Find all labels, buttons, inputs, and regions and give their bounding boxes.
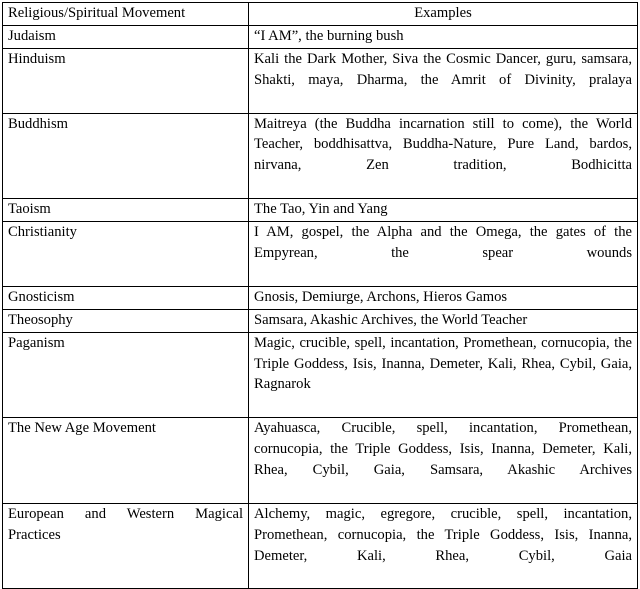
cell-movement: Buddhism [2, 112, 249, 200]
cell-examples: Samsara, Akashic Archives, the World Tea… [248, 308, 638, 333]
cell-movement: Taoism [2, 198, 249, 223]
cell-movement: Paganism [2, 331, 249, 419]
table-row: Buddhism Maitreya (the Buddha incarnation… [2, 112, 638, 200]
table-header: Religious/Spiritual Movement Examples [2, 2, 638, 26]
cell-examples: “I AM”, the burning bush [248, 24, 638, 49]
table-row: Theosophy Samsara, Akashic Archives, the … [2, 308, 638, 333]
table-row: Christianity I AM, gospel, the Alpha and … [2, 221, 638, 287]
cell-movement: Christianity [2, 221, 249, 287]
table-row: Judaism “I AM”, the burning bush [2, 24, 638, 49]
cell-movement: Theosophy [2, 308, 249, 333]
cell-examples: I AM, gospel, the Alpha and the Omega, t… [248, 221, 638, 287]
cell-movement: European and Western Magi­cal Practices [2, 502, 249, 589]
cell-examples: Gnosis, Demiurge, Archons, Hieros Gamos [248, 285, 638, 310]
table-row: The New Age Movement Ayahuasca, Crucible,… [2, 417, 638, 504]
column-header-movement: Religious/Spiritual Movement [2, 2, 249, 26]
table-row: Hinduism Kali the Dark Mother, Siva the C… [2, 47, 638, 114]
table-row: Taoism The Tao, Yin and Yang [2, 198, 638, 223]
table-row: European and Western Magi­cal Practices A… [2, 502, 638, 589]
cell-examples: Magic, crucible, spell, incantation, Pro… [248, 331, 638, 419]
cell-examples: Ayahuasca, Crucible, spell, incantation,… [248, 417, 638, 504]
religious-movement-table: Religious/Spiritual Movement Examples Ju… [2, 2, 638, 589]
table-header-row: Religious/Spiritual Movement Examples [2, 2, 638, 26]
cell-examples: Kali the Dark Mother, Siva the Cosmic Da… [248, 47, 638, 114]
table-row: Gnosticism Gnosis, Demiurge, Archons, Hie… [2, 285, 638, 310]
table-container: Religious/Spiritual Movement Examples Ju… [2, 2, 638, 589]
column-header-examples: Examples [248, 2, 638, 26]
cell-examples: Alchemy, magic, egregore, crucible, spel… [248, 502, 638, 589]
cell-movement: Gnosticism [2, 285, 249, 310]
table-body: Judaism “I AM”, the burning bush Hinduism K… [2, 24, 638, 589]
cell-examples: The Tao, Yin and Yang [248, 198, 638, 223]
table-row: Paganism Magic, crucible, spell, incantat… [2, 331, 638, 419]
cell-movement: Judaism [2, 24, 249, 49]
cell-movement: Hinduism [2, 47, 249, 114]
cell-examples: Maitreya (the Buddha incarnation still t… [248, 112, 638, 200]
cell-movement: The New Age Movement [2, 417, 249, 504]
